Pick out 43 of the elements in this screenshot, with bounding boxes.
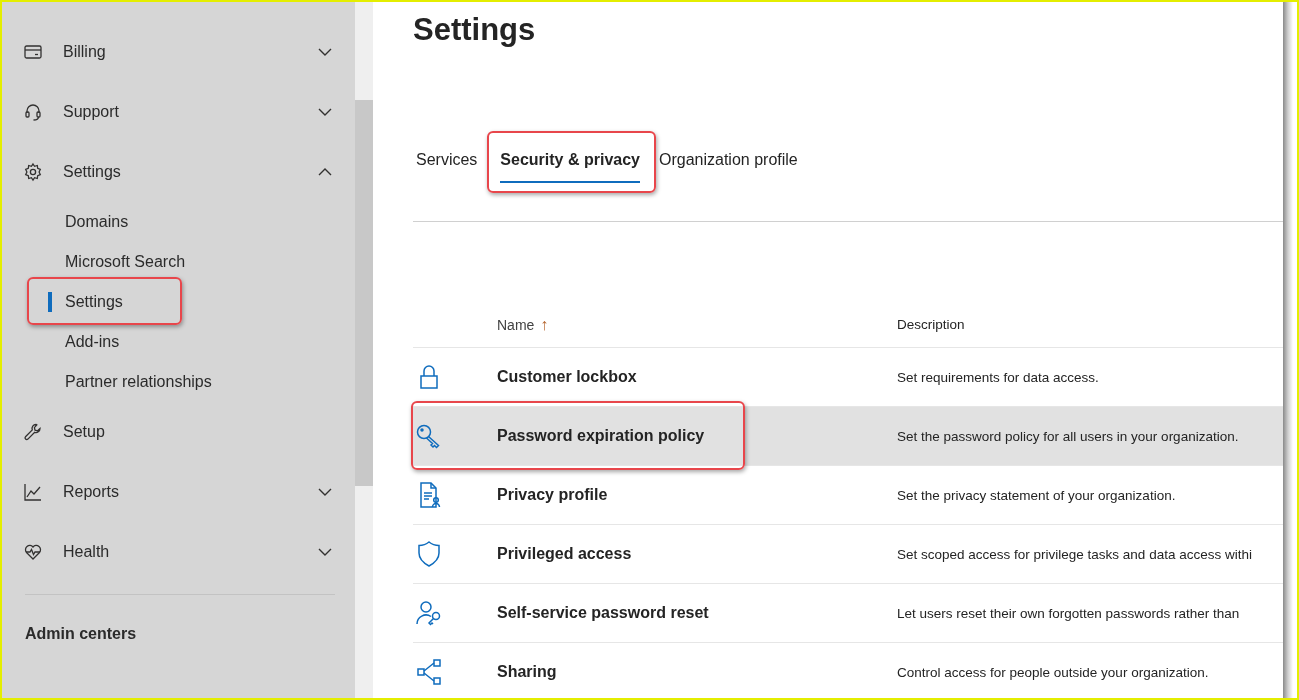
table-row[interactable]: Password expiration policy Set the password policy for all users in your organization. [413,407,1283,466]
setting-name[interactable]: Password expiration policy [497,427,705,444]
setting-description: Set requirements for data access. [897,369,1099,385]
table-row[interactable]: Self-service password reset Let users reset their own forgotten passwords rather than [413,584,1283,643]
setting-name[interactable]: Privileged access [497,545,632,562]
column-header[interactable]: Name [497,316,535,333]
setting-name[interactable]: Customer lockbox [497,368,637,385]
tab[interactable]: Security & privacy [491,137,650,183]
section-heading: Admin centers [25,625,138,643]
nav-item[interactable]: Health [63,543,317,561]
nav-item[interactable]: Reports [63,483,317,501]
scrollbar-thumb[interactable] [355,100,373,486]
nav-item[interactable]: Support [63,103,317,121]
nav-subitem[interactable]: Add-ins [65,333,120,351]
tab[interactable]: Organization profile [656,137,806,183]
setting-icon [414,657,444,687]
nav-subitem[interactable]: Partner relationships [65,373,212,391]
nav-icon [23,422,43,442]
nav-icon [23,42,43,62]
nav-subitem[interactable]: Domains [65,213,129,231]
nav-subitem[interactable]: Settings [65,293,123,311]
nav-icon [23,102,43,122]
nav-icon [23,542,43,562]
setting-description: Set scoped access for privilege tasks and data access withi [897,546,1252,562]
nav-item[interactable]: Settings [63,163,317,181]
setting-description: Set the privacy statement of your organization. [897,487,1176,503]
sort-arrow[interactable]: ↑ [540,315,549,334]
setting-name[interactable]: Self-service password reset [497,604,709,621]
table-row[interactable]: Privacy profile Set the privacy statement of your organization. [413,466,1283,525]
nav-icon [23,482,43,502]
setting-description: Control access for people outside your organization. [897,664,1209,680]
table-row[interactable]: Privileged access Set scoped access for privilege tasks and data access withi [413,525,1283,584]
page-title: Settings [413,11,537,49]
nav-item[interactable]: Billing [63,43,317,61]
setting-description: Set the password policy for all users in your organization. [897,428,1239,444]
setting-name[interactable]: Sharing [497,663,557,680]
nav-icon [23,162,43,182]
column-header[interactable]: Description [897,317,965,332]
setting-name[interactable]: Privacy profile [497,486,608,503]
nav-subitem[interactable]: Microsoft Search [65,253,186,271]
nav-item[interactable]: Setup [63,423,333,441]
tab[interactable]: Services [413,137,486,183]
setting-description: Let users reset their own forgotten passwords rather than [897,605,1240,621]
